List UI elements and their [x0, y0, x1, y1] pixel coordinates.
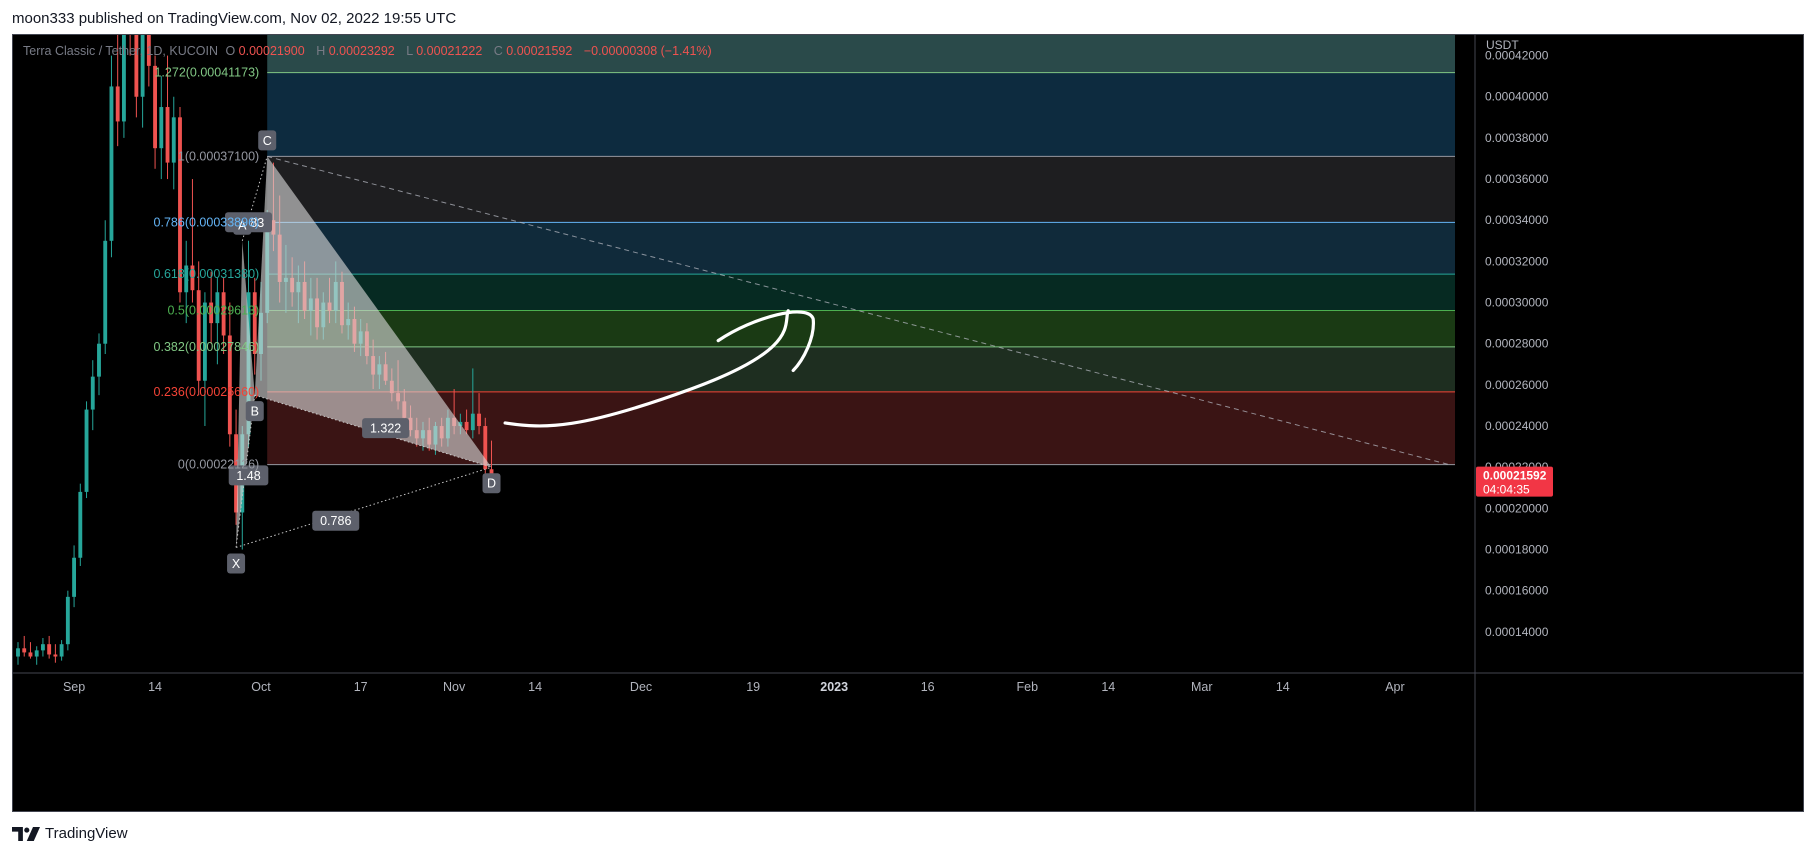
fib-level-label: 0.618(0.00031380) — [154, 267, 260, 281]
chart-panel[interactable]: 1.2831.3220.7861.48XABCD 1.272(0.0004117… — [12, 34, 1804, 812]
last-price-countdown: 04:04:35 — [1483, 483, 1530, 497]
candle-body — [165, 107, 170, 163]
price-tick-label: 0.00032000 — [1485, 254, 1549, 268]
price-tick-label: 0.00026000 — [1485, 378, 1549, 392]
legend-h-label: H — [316, 44, 325, 58]
fib-level-label: 1.272(0.00041173) — [154, 66, 259, 80]
time-tick-label: 14 — [148, 680, 162, 694]
price-tick-label: 0.00038000 — [1485, 131, 1549, 145]
fib-level-label: 0(0.00022126) — [178, 458, 259, 472]
candle-body — [53, 654, 58, 657]
price-tick-label: 0.00014000 — [1485, 625, 1549, 639]
legend-o-value: 0.00021900 — [239, 44, 305, 58]
fib-zone — [267, 156, 1455, 223]
candle-body — [464, 421, 469, 431]
legend-c-label: C — [494, 44, 503, 58]
candle-body — [97, 343, 101, 377]
candle-body — [115, 86, 120, 122]
price-tick-label: 0.00020000 — [1485, 501, 1549, 515]
price-tick-label: 0.00034000 — [1485, 213, 1549, 227]
legend-symbol: Terra Classic / Tether, 1D, KUCOIN — [23, 44, 218, 58]
time-tick-label: Apr — [1385, 680, 1404, 694]
candle-body — [109, 86, 114, 241]
time-tick-label: Sep — [63, 680, 85, 694]
tradingview-brand: TradingView — [45, 825, 128, 842]
legend-change: −0.00000308 (−1.41%) — [584, 44, 712, 58]
fib-level-label: 0.382(0.00027846) — [154, 340, 260, 354]
legend-l-label: L — [406, 44, 413, 58]
candle-body — [28, 652, 33, 657]
time-tick-label: 14 — [528, 680, 542, 694]
legend-o-label: O — [225, 44, 235, 58]
fib-zone — [267, 222, 1455, 275]
fib-zone — [267, 310, 1455, 347]
candle-body — [16, 648, 20, 657]
tradingview-logo-icon — [12, 826, 40, 841]
price-tick-label: 0.00030000 — [1485, 296, 1549, 310]
last-price-tag: 0.00021592 04:04:35 — [1476, 466, 1553, 497]
price-tick-label: 0.00036000 — [1485, 172, 1549, 186]
candle-body — [470, 413, 475, 431]
harmonic-point-label: X — [232, 557, 241, 571]
ohlc-legend: Terra Classic / Tether, 1D, KUCOIN O 0.0… — [23, 44, 712, 58]
fib-zone — [267, 274, 1455, 311]
candle-body — [171, 117, 176, 163]
time-tick-label: 16 — [921, 680, 935, 694]
fib-zone — [267, 72, 1455, 157]
candle-body — [34, 650, 39, 657]
candle-body — [477, 413, 481, 427]
harmonic-ratio-label: 0.786 — [320, 514, 351, 528]
harmonic-point-label: B — [251, 405, 259, 419]
candle-body — [22, 648, 27, 653]
price-tick-label: 0.00016000 — [1485, 584, 1549, 598]
time-tick-label: Mar — [1191, 680, 1213, 694]
candle-body — [65, 596, 70, 645]
fib-level-label: 0.786(0.00033896) — [154, 215, 260, 229]
time-tick-label: 2023 — [820, 680, 848, 694]
fib-retracement-group[interactable] — [267, 35, 1455, 466]
candle-body — [103, 240, 108, 344]
legend-l-value: 0.00021222 — [416, 44, 482, 58]
price-tick-label: 0.00028000 — [1485, 337, 1549, 351]
time-tick-label: 17 — [354, 680, 368, 694]
fib-level-label: 1(0.00037100) — [178, 149, 259, 163]
fib-zone — [267, 346, 1455, 392]
candle-body — [59, 644, 64, 657]
candle-body — [178, 117, 182, 293]
time-tick-label: Dec — [630, 680, 652, 694]
time-tick-label: 14 — [1101, 680, 1115, 694]
candle-body — [40, 644, 45, 651]
legend-h-value: 0.00023292 — [329, 44, 395, 58]
time-tick-label: Oct — [251, 680, 271, 694]
candle-body — [159, 107, 164, 149]
candle-body — [90, 376, 95, 410]
price-tick-label: 0.00024000 — [1485, 419, 1549, 433]
candle-body — [72, 557, 77, 597]
harmonic-ratio-label: 1.322 — [370, 422, 401, 436]
harmonic-point-label: C — [263, 134, 272, 148]
time-tick-label: Feb — [1017, 680, 1039, 694]
price-tick-label: 0.00018000 — [1485, 543, 1549, 557]
tradingview-footer[interactable]: TradingView — [12, 825, 128, 842]
price-tick-label: 0.00042000 — [1485, 49, 1549, 63]
time-tick-label: Nov — [443, 680, 466, 694]
svg-text:Terra Classic / Tether, 1D, KU: Terra Classic / Tether, 1D, KUCOIN O 0.0… — [23, 44, 712, 58]
candle-body — [84, 409, 89, 492]
publish-info: moon333 published on TradingView.com, No… — [12, 10, 457, 27]
fib-level-label: 0.5(0.00029613) — [167, 304, 259, 318]
time-tick-label: 19 — [746, 680, 760, 694]
candle-body — [78, 491, 83, 558]
fib-level-label: 0.236(0.00025660) — [154, 385, 260, 399]
legend-c-value: 0.00021592 — [506, 44, 572, 58]
harmonic-point-label: D — [487, 477, 496, 491]
last-price-value: 0.00021592 — [1483, 469, 1547, 483]
candle-body — [47, 644, 52, 655]
price-tick-label: 0.00040000 — [1485, 90, 1549, 104]
time-tick-label: 14 — [1276, 680, 1290, 694]
price-chart[interactable]: 1.2831.3220.7861.48XABCD 1.272(0.0004117… — [13, 35, 1803, 811]
